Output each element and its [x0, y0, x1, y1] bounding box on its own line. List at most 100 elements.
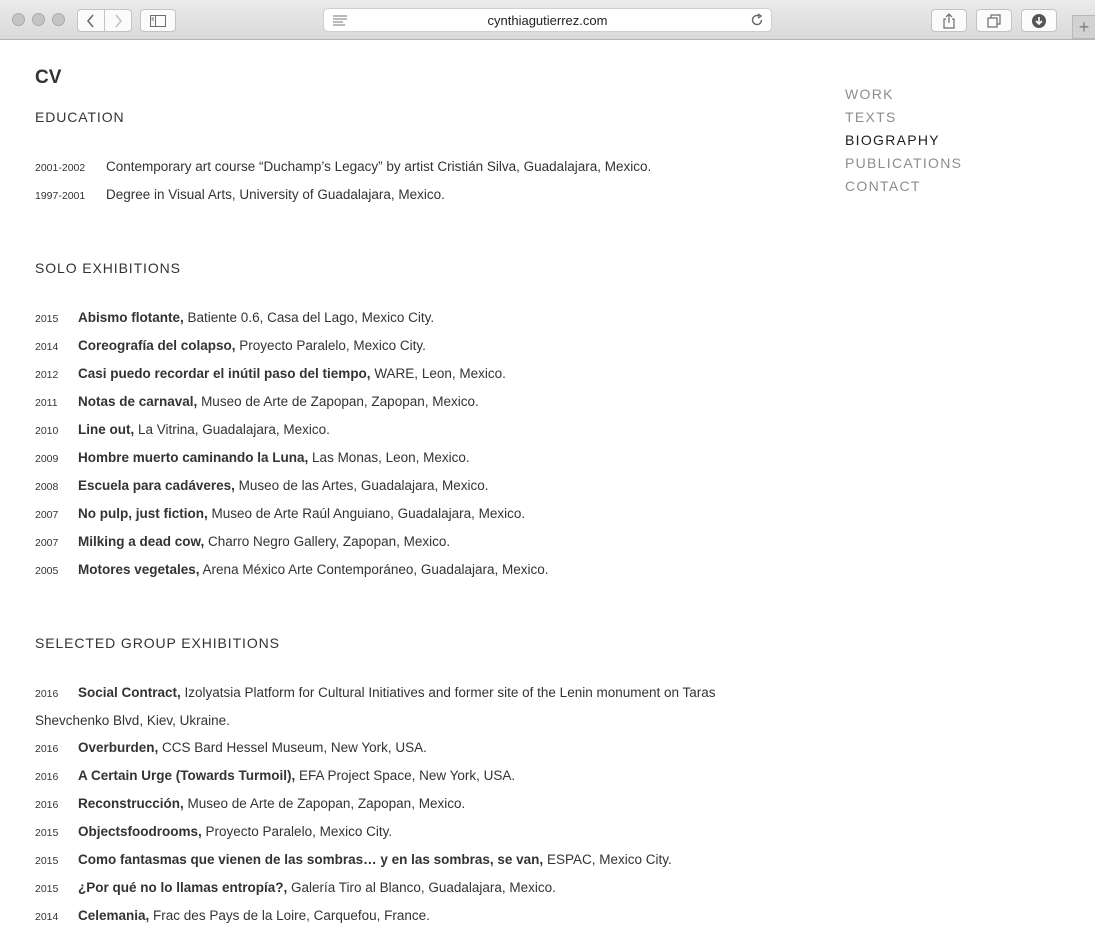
exhibition-details-continuation: Shevchenko Blvd, Kiev, Ukraine.	[35, 713, 230, 728]
group-exhibition-item: 2014 Celemania, Frac des Pays de la Loire…	[35, 907, 430, 926]
solo-exhibition-item: 2015 Abismo flotante, Batiente 0.6, Casa …	[35, 309, 434, 328]
share-button[interactable]	[931, 9, 967, 32]
exhibition-details: Las Monas, Leon, Mexico.	[308, 450, 470, 465]
tab-overview-button[interactable]	[976, 9, 1012, 32]
back-button[interactable]	[77, 9, 105, 32]
exhibition-year: 2015	[35, 855, 59, 867]
group-exhibitions-heading: SELECTED GROUP EXHIBITIONS	[35, 635, 280, 651]
exhibition-details: Proyecto Paralelo, Mexico City.	[201, 824, 393, 839]
solo-exhibition-item: 2009 Hombre muerto caminando la Luna, Las…	[35, 449, 470, 468]
exhibition-year: 2016	[35, 799, 59, 811]
plus-icon: +	[1078, 16, 1090, 37]
group-exhibition-item: 2015 Como fantasmas que vienen de las som…	[35, 851, 672, 870]
tabs-icon	[987, 13, 1001, 28]
education-heading: EDUCATION	[35, 109, 125, 125]
exhibition-details: Izolyatsia Platform for Cultural Initiat…	[180, 685, 716, 700]
solo-exhibition-item: 2011 Notas de carnaval, Museo de Arte de …	[35, 393, 479, 412]
download-icon	[1032, 13, 1046, 28]
sidebar-toggle-button[interactable]	[140, 9, 176, 32]
nav-publications[interactable]: PUBLICATIONS	[845, 155, 962, 178]
exhibition-title: ¿Por qué no lo llamas entropía?,	[78, 880, 288, 895]
exhibition-title: Hombre muerto caminando la Luna,	[78, 450, 309, 465]
exhibition-year: 2008	[35, 481, 59, 493]
exhibition-title: A Certain Urge (Towards Turmoil),	[78, 768, 296, 783]
exhibition-year: 2016	[35, 743, 59, 755]
exhibition-year: 2014	[35, 341, 59, 353]
exhibition-details: Museo de Arte de Zapopan, Zapopan, Mexic…	[183, 796, 466, 811]
exhibition-details: WARE, Leon, Mexico.	[370, 366, 506, 381]
exhibition-details: Museo de Arte de Zapopan, Zapopan, Mexic…	[197, 394, 479, 409]
downloads-button[interactable]	[1021, 9, 1057, 32]
exhibition-details: Frac des Pays de la Loire, Carquefou, Fr…	[149, 908, 430, 923]
exhibition-title: No pulp, just fiction,	[78, 506, 208, 521]
window-close-button[interactable]	[12, 13, 25, 26]
nav-biography[interactable]: BIOGRAPHY	[845, 132, 962, 155]
exhibition-year: 2015	[35, 313, 59, 325]
education-year: 2001-2002	[35, 162, 86, 174]
group-exhibition-item: 2016 Social Contract, Izolyatsia Platform…	[35, 684, 716, 703]
chevron-right-icon	[115, 13, 123, 28]
nav-contact[interactable]: CONTACT	[845, 178, 962, 201]
solo-exhibition-item: 2012 Casi puedo recordar el inútil paso d…	[35, 365, 506, 384]
exhibition-details: CCS Bard Hessel Museum, New York, USA.	[158, 740, 427, 755]
education-item: 2001-2002 Contemporary art course “Ducham…	[35, 158, 651, 177]
group-exhibition-item: 2016 Overburden, CCS Bard Hessel Museum, …	[35, 739, 427, 758]
address-bar[interactable]: cynthiagutierrez.com	[323, 8, 772, 32]
sidebar-icon	[150, 14, 166, 27]
exhibition-year: 2005	[35, 565, 59, 577]
window-minimize-button[interactable]	[32, 13, 45, 26]
exhibition-title: Abismo flotante,	[78, 310, 184, 325]
exhibition-year: 2016	[35, 688, 59, 700]
exhibition-details: Museo de Arte Raúl Anguiano, Guadalajara…	[207, 506, 526, 521]
exhibition-year: 2007	[35, 509, 59, 521]
exhibition-details: La Vitrina, Guadalajara, Mexico.	[134, 422, 330, 437]
exhibition-details: Museo de las Artes, Guadalajara, Mexico.	[234, 478, 489, 493]
exhibition-year: 2011	[35, 397, 58, 409]
solo-exhibition-item: 2010 Line out, La Vitrina, Guadalajara, M…	[35, 421, 330, 440]
exhibition-year: 2015	[35, 883, 59, 895]
exhibition-title: Overburden,	[78, 740, 159, 755]
chevron-left-icon	[86, 13, 94, 28]
exhibition-year: 2007	[35, 537, 59, 549]
group-exhibition-item: 2016 A Certain Urge (Towards Turmoil), EF…	[35, 767, 515, 786]
nav-work[interactable]: WORK	[845, 86, 962, 109]
reload-icon[interactable]	[750, 13, 764, 30]
group-exhibition-item: 2016 Reconstrucción, Museo de Arte de Zap…	[35, 795, 465, 814]
exhibition-title: Reconstrucción,	[78, 796, 184, 811]
url-text: cynthiagutierrez.com	[487, 12, 608, 28]
exhibition-title: Social Contract,	[78, 685, 181, 700]
exhibition-details: EFA Project Space, New York, USA.	[295, 768, 516, 783]
education-text: Degree in Visual Arts, University of Gua…	[106, 187, 445, 202]
nav-texts[interactable]: TEXTS	[845, 109, 962, 132]
solo-exhibition-item: 2008 Escuela para cadáveres, Museo de las…	[35, 477, 489, 496]
new-tab-button[interactable]: +	[1072, 15, 1095, 39]
solo-exhibitions-heading: SOLO EXHIBITIONS	[35, 260, 181, 276]
group-exhibition-item: 2015 Objectsfoodrooms, Proyecto Paralelo,…	[35, 823, 392, 842]
share-icon	[943, 12, 955, 29]
exhibition-year: 2015	[35, 827, 59, 839]
solo-exhibition-item: 2007 Milking a dead cow, Charro Negro Gal…	[35, 533, 450, 552]
page-title: CV	[35, 67, 62, 88]
exhibition-details: Charro Negro Gallery, Zapopan, Mexico.	[204, 534, 451, 549]
exhibition-title: Coreografía del colapso,	[78, 338, 236, 353]
exhibition-year: 2010	[35, 425, 59, 437]
exhibition-title: Escuela para cadáveres,	[78, 478, 235, 493]
exhibition-title: Casi puedo recordar el inútil paso del t…	[78, 366, 371, 381]
exhibition-details: Arena México Arte Contemporáneo, Guadala…	[199, 562, 549, 577]
solo-exhibition-item: 2005 Motores vegetales, Arena México Arte…	[35, 561, 548, 580]
window-zoom-button[interactable]	[52, 13, 65, 26]
education-text: Contemporary art course “Duchamp’s Legac…	[106, 159, 652, 174]
exhibition-title: Como fantasmas que vienen de las sombras…	[78, 852, 544, 867]
exhibition-year: 2016	[35, 771, 59, 783]
exhibition-title: Notas de carnaval,	[78, 394, 198, 409]
exhibition-details: Batiente 0.6, Casa del Lago, Mexico City…	[183, 310, 435, 325]
solo-exhibition-item: 2007 No pulp, just fiction, Museo de Arte…	[35, 505, 525, 524]
browser-toolbar: cynthiagutierrez.com +	[0, 0, 1095, 40]
reader-icon[interactable]	[333, 14, 347, 29]
exhibition-details: Galería Tiro al Blanco, Guadalajara, Mex…	[287, 880, 556, 895]
exhibition-details: Proyecto Paralelo, Mexico City.	[235, 338, 426, 353]
exhibition-title: Milking a dead cow,	[78, 534, 205, 549]
exhibition-details: ESPAC, Mexico City.	[543, 852, 672, 867]
exhibition-year: 2014	[35, 911, 59, 923]
forward-button[interactable]	[104, 9, 132, 32]
